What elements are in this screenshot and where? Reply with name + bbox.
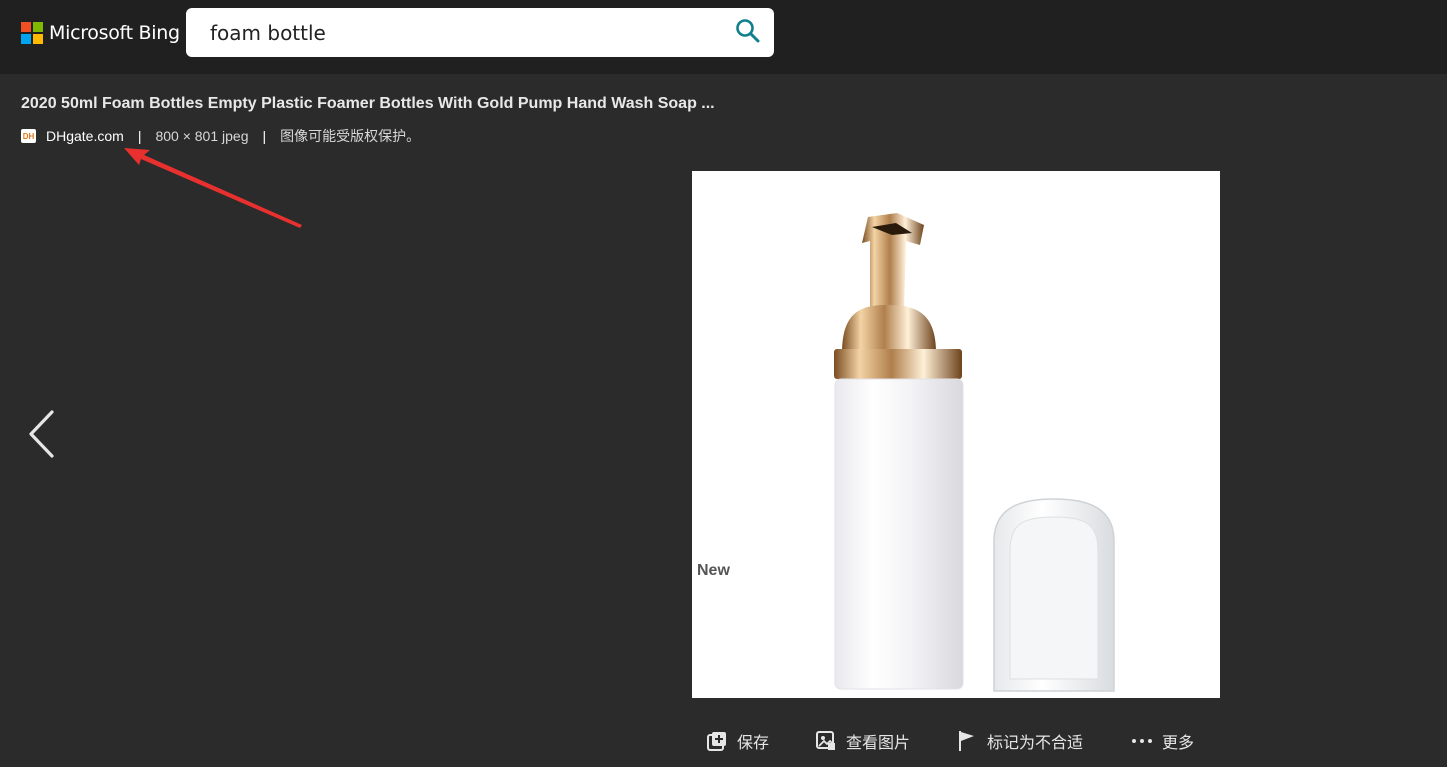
bing-logo[interactable]: Microsoft Bing [21, 21, 180, 45]
save-button[interactable]: 保存 [706, 724, 769, 758]
annotation-arrow-icon [124, 148, 302, 228]
image-action-bar: 保存 查看图片 标记为不合适 更多 [692, 724, 1194, 758]
save-add-icon [706, 730, 728, 752]
view-image-label: 查看图片 [846, 733, 911, 752]
search-box[interactable] [186, 8, 774, 57]
flag-icon [956, 730, 978, 752]
image-overlay-label: New [697, 562, 730, 579]
brand-name: Microsoft Bing [49, 22, 180, 44]
main-image[interactable]: New [692, 171, 1220, 698]
report-inappropriate-button[interactable]: 标记为不合适 [956, 724, 1083, 758]
top-bar: Microsoft Bing [0, 0, 1447, 74]
save-label: 保存 [737, 733, 770, 752]
foam-bottle-image [692, 171, 1220, 698]
previous-image-button[interactable] [22, 405, 60, 463]
search-input[interactable] [210, 20, 710, 46]
view-image-icon [815, 730, 837, 752]
image-title[interactable]: 2020 50ml Foam Bottles Empty Plastic Foa… [21, 95, 781, 113]
source-link[interactable]: DHgate.com [46, 128, 124, 144]
chevron-left-icon [29, 410, 54, 458]
search-icon[interactable] [735, 18, 761, 44]
more-dots-icon [1131, 730, 1153, 752]
microsoft-logo-icon [21, 22, 43, 44]
more-label: 更多 [1162, 733, 1195, 752]
dhgate-favicon-icon: DH [21, 129, 36, 143]
view-image-button[interactable]: 查看图片 [815, 724, 910, 758]
report-label: 标记为不合适 [987, 733, 1084, 752]
more-button[interactable]: 更多 [1131, 724, 1194, 758]
